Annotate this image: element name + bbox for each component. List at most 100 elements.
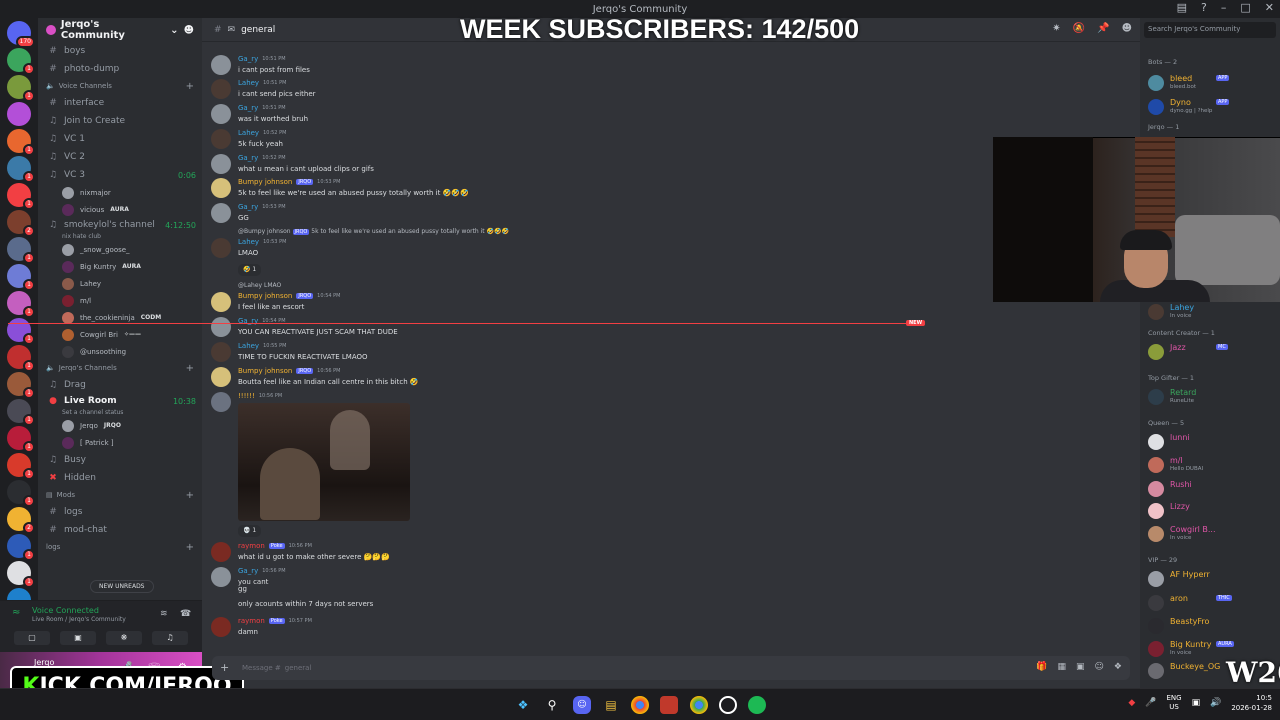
- avatar[interactable]: [211, 178, 231, 198]
- channel-join-to-create[interactable]: ♫ Join to Create: [38, 112, 202, 130]
- avatar[interactable]: [211, 292, 231, 312]
- voice-location[interactable]: Live Room / Jerqo's Community: [32, 616, 126, 623]
- voice-user[interactable]: @unsoothing: [38, 343, 202, 360]
- member-item[interactable]: BeastyFro: [1146, 615, 1276, 635]
- chrome-icon[interactable]: [631, 696, 649, 714]
- obs-icon[interactable]: [719, 696, 737, 714]
- reaction[interactable]: 🤣 1: [238, 264, 262, 276]
- sticker-icon[interactable]: ▣: [1076, 662, 1085, 672]
- member-item[interactable]: Cowgirl B... In voice: [1146, 523, 1276, 543]
- channel-logs[interactable]: # logs: [38, 503, 202, 521]
- avatar[interactable]: [211, 567, 231, 587]
- add-channel-icon[interactable]: +: [186, 363, 194, 374]
- message-author[interactable]: Bumpy johnson: [238, 178, 292, 186]
- channel-photo-dump[interactable]: # photo-dump: [38, 60, 202, 78]
- server-icon[interactable]: 1: [7, 426, 35, 453]
- chrome-icon[interactable]: [690, 696, 708, 714]
- language-indicator[interactable]: ENG US: [1166, 694, 1181, 712]
- message-author[interactable]: raymon: [238, 542, 265, 550]
- message-author[interactable]: Lahey: [238, 238, 259, 246]
- message-author[interactable]: Lahey: [238, 79, 259, 87]
- minimize-button[interactable]: –: [1221, 1, 1227, 14]
- category-voice-channels[interactable]: 🔈 Voice Channels +: [38, 78, 202, 94]
- server-icon[interactable]: 1: [7, 48, 35, 75]
- member-item[interactable]: Dyno APP dyno.gg | ?help: [1146, 96, 1276, 116]
- member-item[interactable]: m/l Hello DUBAI: [1146, 454, 1276, 474]
- search-input[interactable]: Search Jerqo's Community: [1144, 22, 1276, 38]
- search-icon[interactable]: ⚲: [543, 696, 561, 714]
- channel-smokey[interactable]: ♫ smokeylol's channel 4:12:50: [38, 218, 202, 232]
- avatar[interactable]: [211, 129, 231, 149]
- member-item[interactable]: Lahey In voice: [1146, 301, 1276, 321]
- server-icon[interactable]: 1: [7, 156, 35, 183]
- channel-live-room[interactable]: ● Live Room 10:38: [38, 394, 202, 408]
- server-icon[interactable]: 1: [7, 129, 35, 156]
- message-author[interactable]: Lahey: [238, 129, 259, 137]
- avatar[interactable]: [211, 542, 231, 562]
- server-icon[interactable]: 1: [7, 183, 35, 210]
- emoji-icon[interactable]: ☺: [1095, 662, 1104, 672]
- add-attachment-icon[interactable]: +: [220, 661, 229, 674]
- voice-user[interactable]: Big Kuntry AURA: [38, 258, 202, 275]
- mute-icon[interactable]: 🔕: [1073, 23, 1085, 34]
- category-mods[interactable]: ▤ Mods +: [38, 487, 202, 503]
- channel-busy[interactable]: ♫ Busy: [38, 451, 202, 469]
- activities-button[interactable]: ❋: [106, 631, 142, 645]
- gift-icon[interactable]: 🎁: [1036, 662, 1047, 672]
- message-author[interactable]: Lahey: [238, 342, 259, 350]
- avatar[interactable]: [211, 317, 231, 337]
- soundboard-button[interactable]: ♫: [152, 631, 188, 645]
- network-icon[interactable]: ▣: [1192, 698, 1201, 708]
- voice-user[interactable]: m/l: [38, 292, 202, 309]
- noise-suppression-icon[interactable]: ≋: [160, 609, 168, 619]
- channel-vc1[interactable]: ♫ VC 1: [38, 130, 202, 148]
- member-item[interactable]: bleed APP bleed.bot: [1146, 72, 1276, 92]
- disconnect-icon[interactable]: ☎: [180, 609, 191, 619]
- voice-user[interactable]: nixmajor: [38, 184, 202, 201]
- channel-boys[interactable]: # boys: [38, 42, 202, 60]
- avatar[interactable]: [211, 55, 231, 75]
- member-item[interactable]: Rushi: [1146, 478, 1276, 498]
- gif-icon[interactable]: ▦: [1058, 662, 1067, 672]
- category-logs[interactable]: logs +: [38, 539, 202, 555]
- message-author[interactable]: Ga_ry: [238, 567, 258, 575]
- channel-vc2[interactable]: ♫ VC 2: [38, 148, 202, 166]
- apps-icon[interactable]: ❖: [1114, 662, 1122, 672]
- reaction[interactable]: 💀 1: [238, 525, 262, 537]
- voice-user[interactable]: [ Patrick ]: [38, 434, 202, 451]
- avatar[interactable]: [211, 154, 231, 174]
- message-author[interactable]: Bumpy johnson: [238, 292, 292, 300]
- windows-start-icon[interactable]: ❖: [514, 696, 532, 714]
- volume-icon[interactable]: 🔊: [1210, 698, 1221, 708]
- channel-hidden[interactable]: ✖ Hidden: [38, 469, 202, 487]
- server-icon[interactable]: [7, 102, 31, 126]
- server-icon[interactable]: 1: [7, 453, 35, 480]
- add-channel-icon[interactable]: +: [186, 542, 194, 553]
- member-item[interactable]: Jazz MC: [1146, 341, 1276, 361]
- channel-vc3[interactable]: ♫ VC 3 0:06: [38, 166, 202, 184]
- server-icon[interactable]: 170: [7, 21, 35, 48]
- member-item[interactable]: aron THIC: [1146, 592, 1276, 612]
- member-item[interactable]: Big Kuntry AURA In voice: [1146, 638, 1276, 658]
- category-jerqo-channels[interactable]: 🔈 Jerqo's Channels +: [38, 360, 202, 376]
- voice-user[interactable]: Lahey: [38, 275, 202, 292]
- tray-app-icon[interactable]: ◆: [1128, 698, 1135, 708]
- channel-status[interactable]: Set a channel status: [38, 408, 202, 417]
- pin-icon[interactable]: 📌: [1097, 23, 1109, 34]
- server-icon[interactable]: 1: [7, 264, 35, 291]
- message-author[interactable]: !!!!!!: [238, 392, 255, 400]
- server-icon[interactable]: 1: [7, 237, 35, 264]
- message-composer[interactable]: + Message # general 🎁 ▦ ▣ ☺ ❖: [212, 656, 1130, 680]
- member-item[interactable]: Lizzy: [1146, 500, 1276, 520]
- server-icon[interactable]: 1: [7, 75, 35, 102]
- server-icon[interactable]: 1: [7, 372, 35, 399]
- camera-button[interactable]: ▢: [14, 631, 50, 645]
- members-icon[interactable]: ☻: [1122, 23, 1132, 34]
- avatar[interactable]: [211, 392, 231, 412]
- discord-taskbar-icon[interactable]: ☺: [573, 696, 591, 714]
- clock[interactable]: 10:5 2026-01-28: [1231, 693, 1272, 713]
- inbox-icon[interactable]: ▤: [1177, 1, 1187, 14]
- voice-user[interactable]: _snow_goose_: [38, 241, 202, 258]
- avatar[interactable]: [211, 203, 231, 223]
- server-icon[interactable]: 2: [7, 210, 35, 237]
